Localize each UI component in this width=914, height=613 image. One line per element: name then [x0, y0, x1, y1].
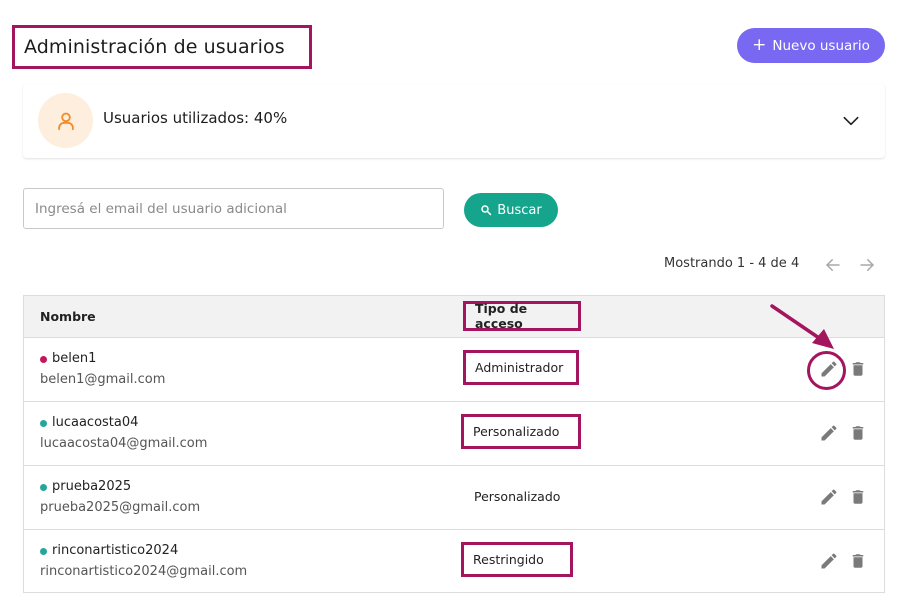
search-button[interactable]: Buscar: [464, 193, 558, 227]
table-row: lucaacosta04 lucaacosta04@gmail.com Pers…: [24, 402, 884, 466]
user-email: rinconartistico2024@gmail.com: [40, 564, 248, 579]
trash-icon[interactable]: [849, 423, 867, 443]
page-title: Administración de usuarios: [24, 36, 285, 58]
column-header-access: Tipo de acceso: [475, 301, 528, 331]
status-dot: [40, 420, 47, 427]
new-user-button[interactable]: + Nuevo usuario: [737, 28, 885, 63]
user-name: prueba2025: [52, 479, 132, 494]
search-icon: [481, 205, 492, 216]
column-header-access-highlight: Tipo de acceso: [463, 301, 581, 331]
usage-text: Usuarios utilizados: 40%: [103, 109, 288, 127]
chevron-down-icon[interactable]: [841, 111, 861, 131]
email-search-input[interactable]: [23, 188, 444, 229]
access-type-highlight: Personalizado: [461, 414, 581, 449]
pagination-text: Mostrando 1 - 4 de 4: [664, 256, 800, 271]
status-dot: [40, 484, 47, 491]
users-table: Nombre Tipo de acceso belen1 belen1@gmai…: [23, 295, 885, 593]
pencil-icon[interactable]: [819, 487, 839, 507]
user-name: lucaacosta04: [52, 415, 139, 430]
access-type: Personalizado: [473, 424, 560, 439]
column-header-name: Nombre: [40, 309, 96, 324]
status-dot: [40, 548, 47, 555]
table-row: belen1 belen1@gmail.com Administrador: [24, 338, 884, 402]
table-row: rinconartistico2024 rinconartistico2024@…: [24, 530, 884, 594]
pencil-icon[interactable]: [819, 551, 839, 571]
trash-icon[interactable]: [849, 551, 867, 571]
access-type: Personalizado: [474, 489, 561, 504]
access-type-highlight: Administrador: [463, 350, 579, 385]
usage-avatar: [38, 93, 93, 148]
arrow-right-icon[interactable]: [858, 256, 876, 274]
access-type: Administrador: [475, 360, 564, 375]
pencil-icon[interactable]: [819, 423, 839, 443]
user-email: belen1@gmail.com: [40, 372, 166, 387]
trash-icon[interactable]: [849, 487, 867, 507]
status-dot: [40, 356, 47, 363]
plus-icon: +: [752, 35, 767, 55]
trash-icon[interactable]: [849, 359, 867, 379]
annotation-arrow-icon: [770, 304, 834, 349]
new-user-label: Nuevo usuario: [772, 37, 870, 54]
table-header: Nombre Tipo de acceso: [24, 296, 884, 338]
access-type: Restringido: [473, 552, 544, 567]
usage-card: Usuarios utilizados: 40%: [23, 84, 885, 158]
user-name: rinconartistico2024: [52, 543, 179, 558]
access-type-highlight: Restringido: [461, 542, 573, 577]
user-name: belen1: [52, 351, 97, 366]
user-email: lucaacosta04@gmail.com: [40, 436, 208, 451]
search-button-label: Buscar: [497, 202, 542, 218]
user-email: prueba2025@gmail.com: [40, 500, 201, 515]
page-title-highlight: Administración de usuarios: [12, 25, 312, 69]
user-icon: [57, 112, 74, 130]
table-row: prueba2025 prueba2025@gmail.com Personal…: [24, 466, 884, 530]
arrow-left-icon[interactable]: [824, 256, 842, 274]
